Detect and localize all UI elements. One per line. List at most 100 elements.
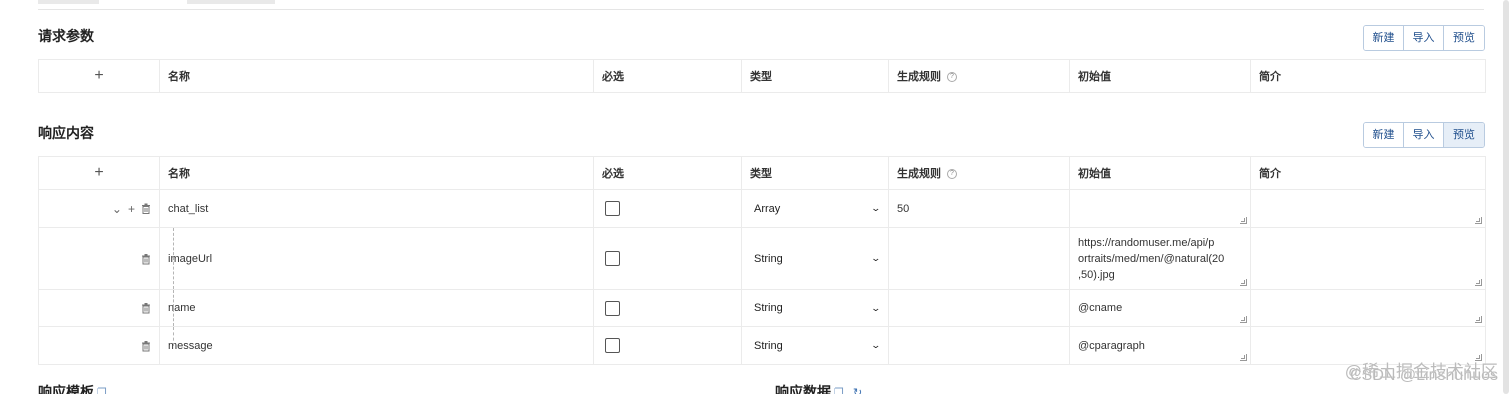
column-header-rule-label: 生成规则	[897, 168, 941, 180]
column-header-initial: 初始值	[1069, 156, 1251, 190]
request-button-group: 新建 导入 预览	[1363, 25, 1485, 51]
type-select[interactable]: String ⌄	[750, 253, 882, 265]
request-add-root-button[interactable]: +	[38, 59, 160, 93]
resize-handle-icon[interactable]	[1475, 217, 1482, 224]
response-import-button[interactable]: 导入	[1404, 123, 1444, 147]
resize-handle-icon[interactable]	[1240, 316, 1247, 323]
plus-icon[interactable]: +	[128, 203, 135, 215]
rule-cell[interactable]	[888, 289, 1070, 327]
type-cell[interactable]: String ⌄	[741, 326, 889, 365]
field-name-cell[interactable]: chat_list	[159, 189, 594, 228]
initial-textarea[interactable]: @cname	[1069, 289, 1251, 327]
column-header-desc: 简介	[1250, 59, 1486, 93]
request-params-title: 请求参数	[38, 28, 94, 44]
tree-connector-line	[173, 327, 174, 346]
help-circle-icon[interactable]: ?	[947, 169, 957, 180]
type-select[interactable]: String ⌄	[750, 302, 882, 314]
rule-cell[interactable]: 50	[888, 189, 1070, 228]
initial-textarea[interactable]: https://randomuser.me/api/p ortraits/med…	[1069, 227, 1251, 290]
type-select[interactable]: Array ⌄	[750, 202, 882, 215]
chevron-down-icon: ⌄	[870, 203, 882, 213]
column-header-name: 名称	[159, 156, 594, 190]
copy-icon[interactable]: ❐	[97, 386, 107, 394]
vertical-scrollbar[interactable]	[1503, 0, 1509, 394]
response-new-button[interactable]: 新建	[1364, 123, 1404, 147]
resize-handle-icon[interactable]	[1240, 354, 1247, 361]
required-checkbox[interactable]	[605, 251, 620, 266]
request-preview-button[interactable]: 预览	[1444, 26, 1484, 50]
help-circle-icon[interactable]: ?	[947, 72, 957, 83]
table-row: name String ⌄ @cname	[38, 289, 1486, 327]
resize-handle-icon[interactable]	[1240, 279, 1247, 286]
field-name-input[interactable]: imageUrl	[168, 253, 212, 265]
initial-textarea[interactable]: @cparagraph	[1069, 326, 1251, 365]
initial-value-line: ortraits/med/men/@natural(20	[1078, 252, 1225, 265]
column-header-required: 必选	[593, 59, 742, 93]
field-name-cell[interactable]: imageUrl	[159, 227, 594, 290]
tree-connector-line	[173, 228, 174, 289]
top-tab-1[interactable]	[38, 0, 99, 4]
response-preview-button[interactable]: 预览	[1444, 123, 1484, 147]
desc-textarea[interactable]	[1250, 227, 1486, 290]
request-import-button[interactable]: 导入	[1404, 26, 1444, 50]
table-row: ⌄ + chat_list Array ⌄ 50	[38, 189, 1486, 228]
type-select-value: String	[754, 302, 783, 314]
row-controls	[38, 289, 160, 327]
resize-handle-icon[interactable]	[1240, 217, 1247, 224]
desc-textarea[interactable]	[1250, 189, 1486, 228]
desc-textarea[interactable]	[1250, 289, 1486, 327]
field-name-cell[interactable]: name	[159, 289, 594, 327]
required-checkbox[interactable]	[605, 300, 620, 316]
resize-handle-icon[interactable]	[1475, 316, 1482, 323]
chevron-down-icon[interactable]: ⌄	[112, 203, 122, 215]
required-cell	[593, 189, 742, 228]
required-checkbox[interactable]	[605, 338, 620, 353]
copy-icon[interactable]: ❐	[834, 386, 844, 394]
trash-icon[interactable]	[141, 203, 151, 214]
type-cell[interactable]: Array ⌄	[741, 189, 889, 228]
initial-value-line: ,50).jpg	[1078, 268, 1115, 281]
rule-cell[interactable]	[888, 326, 1070, 365]
type-select-value: Array	[754, 202, 781, 215]
column-header-rule-label: 生成规则	[897, 71, 941, 83]
field-name-input[interactable]: message	[168, 340, 213, 352]
table-row: message String ⌄ @cparagraph	[38, 326, 1486, 365]
trash-icon[interactable]	[141, 340, 151, 351]
response-template-title: 响应模板	[38, 384, 94, 394]
request-new-button[interactable]: 新建	[1364, 26, 1404, 50]
trash-icon[interactable]	[141, 253, 151, 264]
column-header-desc: 简介	[1250, 156, 1486, 190]
top-tab-strip	[38, 0, 1484, 10]
refresh-icon[interactable]: ↻	[853, 386, 862, 394]
field-name-input[interactable]: chat_list	[168, 203, 208, 215]
column-header-rule: 生成规则?	[888, 156, 1070, 190]
type-cell[interactable]: String ⌄	[741, 289, 889, 327]
initial-value-line: https://randomuser.me/api/p	[1078, 236, 1215, 249]
initial-value: @cparagraph	[1078, 339, 1145, 352]
row-controls	[38, 326, 160, 365]
resize-handle-icon[interactable]	[1475, 279, 1482, 286]
field-name-cell[interactable]: message	[159, 326, 594, 365]
chevron-down-icon: ⌄	[870, 340, 882, 350]
response-header-row: + 名称 必选 类型 生成规则? 初始值 简介	[38, 156, 1486, 190]
plus-icon: +	[94, 67, 104, 84]
column-header-type: 类型	[741, 59, 889, 93]
table-row: imageUrl String ⌄ https://randomuser.me/a…	[38, 227, 1486, 290]
rule-input[interactable]: 50	[897, 203, 909, 215]
response-button-group: 新建 导入 预览	[1363, 122, 1485, 148]
required-checkbox[interactable]	[605, 201, 620, 216]
response-add-root-button[interactable]: +	[38, 156, 160, 190]
plus-icon: +	[94, 164, 104, 181]
initial-textarea[interactable]	[1069, 189, 1251, 228]
column-header-required: 必选	[593, 156, 742, 190]
tree-connector-line	[173, 290, 174, 326]
row-controls: ⌄ +	[38, 189, 160, 228]
top-tab-2[interactable]	[187, 0, 275, 4]
rule-cell[interactable]	[888, 227, 1070, 290]
column-header-type: 类型	[741, 156, 889, 190]
type-select[interactable]: String ⌄	[750, 339, 882, 352]
trash-icon[interactable]	[141, 303, 151, 314]
scrollbar-thumb[interactable]	[1503, 0, 1509, 394]
type-select-value: String	[754, 339, 783, 352]
type-cell[interactable]: String ⌄	[741, 227, 889, 290]
